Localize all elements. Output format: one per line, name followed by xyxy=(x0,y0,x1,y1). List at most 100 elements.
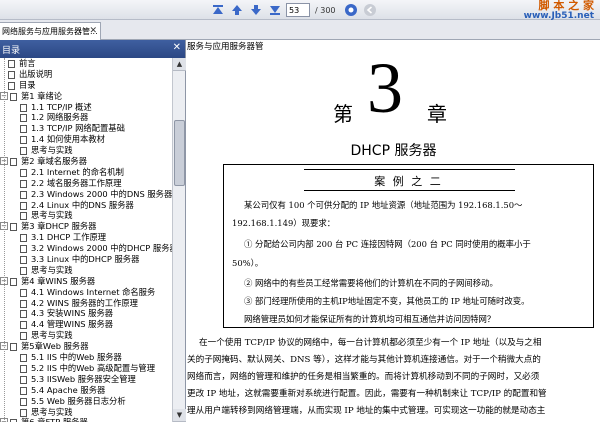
toc-item-label: 4.3 安装WINS 服务器 xyxy=(31,308,114,319)
sidebar-title: 目录 xyxy=(2,46,21,56)
toc-item-label: 前言 xyxy=(19,58,36,68)
toc-item-label: 2.3 Windows 2000 中的DNS 服务器 xyxy=(31,188,172,199)
page-icon xyxy=(20,288,27,297)
scrollbar-thumb[interactable] xyxy=(174,120,185,186)
page-icon xyxy=(10,223,17,232)
toc-chapter[interactable]: − 第4 章WINS 服务器 xyxy=(0,276,172,287)
chapter-suffix: 章 xyxy=(427,102,447,126)
toc-item-label: 3.2 Windows 2000 中的DHCP 服务器 xyxy=(31,243,172,254)
toc-chapter[interactable]: − 第3 章DHCP 服务器 xyxy=(0,221,172,232)
scroll-up-icon[interactable]: ▲ xyxy=(173,58,186,71)
go-icon[interactable] xyxy=(343,2,359,18)
toc-item-label: 第2 章域名服务器 xyxy=(21,156,87,167)
page-icon xyxy=(20,299,27,308)
case-line: ① 分配给公司内部 200 台 PC 连接因特网（200 台 PC 同时使用的概… xyxy=(244,239,531,249)
toc-item[interactable]: 2.2 域名服务器工作原理 xyxy=(0,178,172,189)
toc-item[interactable]: 4.3 安装WINS 服务器 xyxy=(0,308,172,319)
case-line: 某公司仅有 100 个可供分配的 IP 地址资源（地址范围为 192.168.1… xyxy=(244,200,523,210)
toc-item-label: 2.2 域名服务器工作原理 xyxy=(31,177,122,188)
page-icon xyxy=(8,70,15,79)
page-icon xyxy=(10,92,17,101)
toc-item[interactable]: 思考与实践 xyxy=(0,265,172,276)
sidebar: 目录 ✕ 前言 出版说明 目录 − 第1 章绪论 1.1 TCP/IP 概述 1.2 网络服… xyxy=(0,40,186,422)
toc-item[interactable]: 3.2 Windows 2000 中的DHCP 服务器 xyxy=(0,243,172,254)
toc-item[interactable]: 2.1 Internet 的命名机制 xyxy=(0,167,172,178)
page-icon xyxy=(20,332,27,341)
toc-item[interactable]: 思考与实践 xyxy=(0,330,172,341)
back-icon[interactable] xyxy=(362,2,378,18)
toc-item[interactable]: 4.2 WINS 服务器的工作原理 xyxy=(0,298,172,309)
chapter-number: 3 xyxy=(367,48,403,128)
toc-item-label: 4.1 Windows Internet 命名服务 xyxy=(31,286,156,297)
case-rule-top xyxy=(304,169,515,170)
toc-item[interactable]: 1.2 网络服务器 xyxy=(0,112,172,123)
watermark: 脚 本 之 家 www.Jb51.net xyxy=(524,0,594,22)
page-icon xyxy=(20,354,27,363)
document-tab[interactable]: 网络服务与应用服务器管... ✕ xyxy=(0,22,101,40)
toc-item[interactable]: 3.3 Linux 中的DHCP 服务器 xyxy=(0,254,172,265)
page-icon xyxy=(20,114,27,123)
toc-item[interactable]: 2.4 Linux 中的DNS 服务器 xyxy=(0,200,172,211)
page-icon xyxy=(20,256,27,265)
toc-item[interactable]: 5.1 IIS 中的Web 服务器 xyxy=(0,352,172,363)
first-page-icon[interactable] xyxy=(210,2,226,18)
toc-item-label: 5.1 IIS 中的Web 服务器 xyxy=(31,352,122,363)
tab-strip: 网络服务与应用服务器管... ✕ xyxy=(0,20,600,40)
body-line: 关的子网掩码、默认网关、DNS 等），这样才能与其他计算机连接通信。对于一个稍微… xyxy=(187,355,541,365)
page-icon xyxy=(20,245,27,254)
toc-item[interactable]: 1.1 TCP/IP 概述 xyxy=(0,102,172,113)
toc-item-label: 思考与实践 xyxy=(31,406,73,417)
page-number-input[interactable] xyxy=(286,3,310,17)
last-page-icon[interactable] xyxy=(267,2,283,18)
toc-item[interactable]: 5.5 Web 服务器日志分析 xyxy=(0,396,172,407)
toc-item[interactable]: 思考与实践 xyxy=(0,145,172,156)
toc-item-label: 3.3 Linux 中的DHCP 服务器 xyxy=(31,254,140,265)
toc-chapter[interactable]: − 第5章Web 服务器 xyxy=(0,341,172,352)
toc-item[interactable]: 思考与实践 xyxy=(0,407,172,418)
toc-item[interactable]: 4.1 Windows Internet 命名服务 xyxy=(0,287,172,298)
toc-item[interactable]: 4.4 管理WINS 服务器 xyxy=(0,319,172,330)
toc-item[interactable]: 1.3 TCP/IP 网络配置基础 xyxy=(0,123,172,134)
tab-title: 网络服务与应用服务器管... xyxy=(2,27,98,36)
close-icon[interactable]: ✕ xyxy=(173,42,181,53)
toc-item-label: 目录 xyxy=(19,79,36,90)
case-line: 192.168.1.149）现要求： xyxy=(232,218,336,228)
page-icon xyxy=(20,397,27,406)
scrollbar[interactable]: ▲ ▼ xyxy=(172,58,186,422)
toc-item[interactable]: 5.4 Apache 服务器 xyxy=(0,385,172,396)
page-icon xyxy=(10,277,17,286)
toc-chapter[interactable]: −第6 章FTP 服务器 xyxy=(0,417,172,422)
toc-item[interactable]: 出版说明 xyxy=(0,69,172,80)
page-icon xyxy=(20,168,27,177)
toc-item-label: 1.4 如何使用本教材 xyxy=(31,134,105,145)
toc-item[interactable]: 2.3 Windows 2000 中的DNS 服务器 xyxy=(0,189,172,200)
page-icon xyxy=(20,321,27,330)
toc-item[interactable]: 1.4 如何使用本教材 xyxy=(0,134,172,145)
toc-chapter[interactable]: − 第1 章绪论 xyxy=(0,91,172,102)
chapter-title: DHCP 服务器 xyxy=(350,143,437,159)
toc-item[interactable]: 前言 xyxy=(0,58,172,69)
toc-item-label: 2.4 Linux 中的DNS 服务器 xyxy=(31,199,134,210)
toc-item[interactable]: 3.1 DHCP 工作原理 xyxy=(0,232,172,243)
toc-item[interactable]: 思考与实践 xyxy=(0,210,172,221)
toc-item-label: 第6 章FTP 服务器 xyxy=(21,417,88,422)
toc-item[interactable]: 目录 xyxy=(0,80,172,91)
page-icon xyxy=(20,190,27,199)
body-line: 更改 IP 地址，这就需要重新对系统进行配置。因此，需要有一种机制来让 TCP/… xyxy=(187,389,547,399)
next-page-icon[interactable] xyxy=(248,2,264,18)
toc-item-label: 2.1 Internet 的命名机制 xyxy=(31,166,124,177)
case-line: 网络管理员如何才能保证所有的计算机均可相互通信并访问因特网？ xyxy=(244,314,496,324)
toc-item[interactable]: 5.2 IIS 中的Web 高级配置与管理 xyxy=(0,363,172,374)
close-icon[interactable]: ✕ xyxy=(89,26,97,36)
page-icon xyxy=(20,408,27,417)
page-icon xyxy=(20,386,27,395)
prev-page-icon[interactable] xyxy=(229,2,245,18)
toc-item[interactable]: 5.3 IISWeb 服务器安全管理 xyxy=(0,374,172,385)
body-line: 理从用户端转移到网络管理端，从而实现 IP 地址的集中式管理。可实现这一功能的就… xyxy=(187,406,546,416)
toc-chapter[interactable]: − 第2 章域名服务器 xyxy=(0,156,172,167)
page-icon xyxy=(10,343,17,352)
scroll-down-icon[interactable]: ▼ xyxy=(173,409,186,422)
toc-item-label: 1.3 TCP/IP 网络配置基础 xyxy=(31,123,125,134)
page-icon xyxy=(20,136,27,145)
page-icon xyxy=(20,179,27,188)
